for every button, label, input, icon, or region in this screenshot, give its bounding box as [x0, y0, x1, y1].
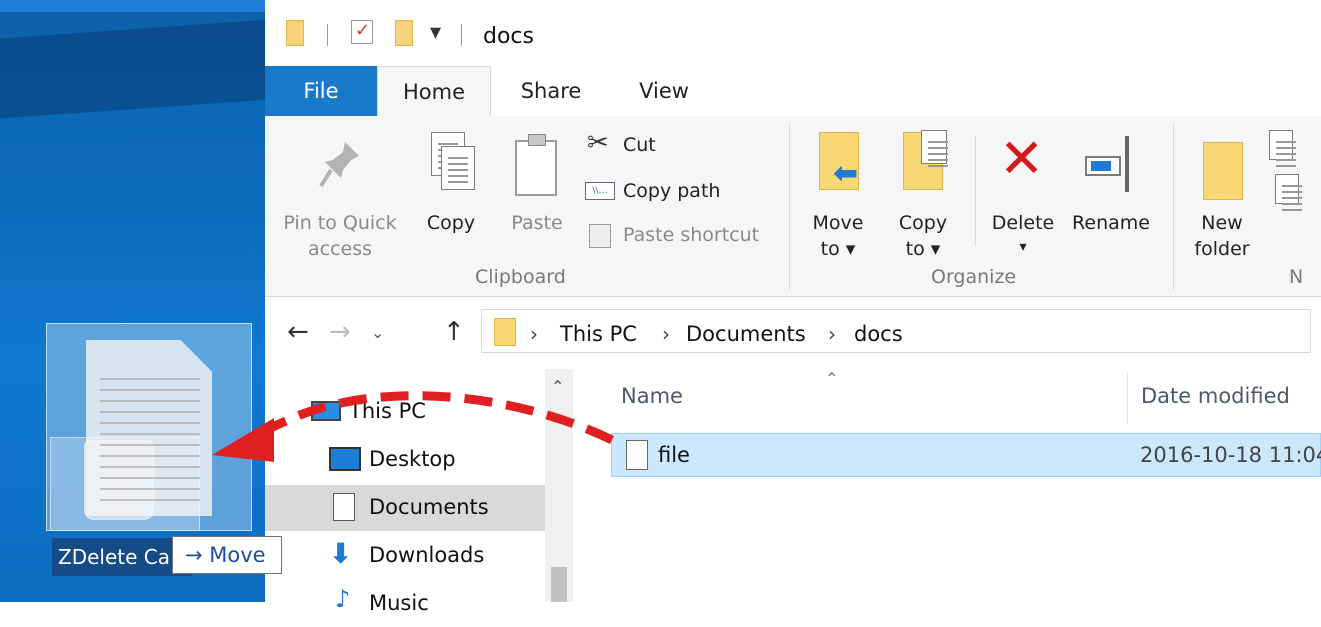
annotation-dashed-line — [264, 391, 614, 445]
annotation-arrowhead — [212, 418, 274, 462]
annotation-arrow — [212, 391, 614, 462]
